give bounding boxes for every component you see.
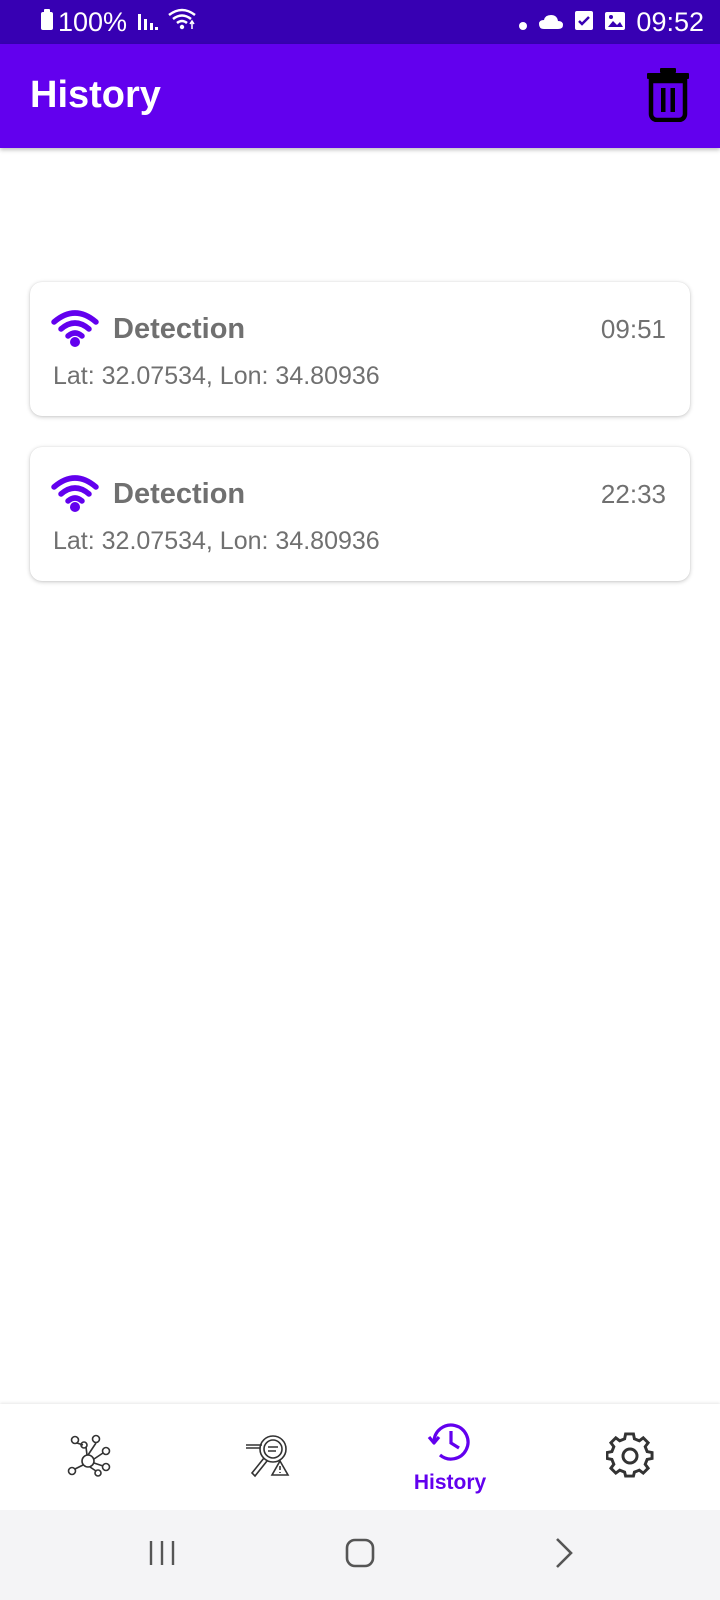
nav-item-history[interactable]: History bbox=[360, 1404, 540, 1510]
signal-icon bbox=[137, 7, 159, 38]
settings-icon bbox=[605, 1431, 654, 1484]
cloud-icon bbox=[538, 7, 564, 38]
back-icon bbox=[553, 1536, 575, 1575]
detection-time: 22:33 bbox=[600, 479, 666, 509]
detection-card[interactable]: Detection 22:33 Lat: 32.07534, Lon: 34.8… bbox=[30, 447, 690, 581]
home-button[interactable] bbox=[340, 1535, 380, 1575]
network-icon bbox=[66, 1431, 114, 1484]
nav-item-scan[interactable] bbox=[180, 1404, 360, 1510]
history-icon bbox=[426, 1420, 474, 1469]
detection-time: 09:51 bbox=[600, 314, 666, 344]
status-left: 100% bbox=[40, 7, 197, 37]
home-icon bbox=[344, 1537, 376, 1574]
back-button[interactable] bbox=[544, 1535, 584, 1575]
nav-label-history: History bbox=[413, 1470, 487, 1494]
detection-card[interactable]: Detection 09:51 Lat: 32.07534, Lon: 34.8… bbox=[30, 282, 690, 416]
status-right: 09:52 bbox=[508, 7, 704, 37]
wifi-icon bbox=[50, 308, 100, 348]
page-title: History bbox=[30, 74, 161, 116]
checkbox-icon bbox=[574, 7, 594, 38]
detection-title: Detection bbox=[113, 478, 246, 510]
trash-icon bbox=[645, 66, 691, 127]
wifi-icon bbox=[50, 473, 100, 513]
dot-icon bbox=[518, 7, 528, 38]
system-navigation-bar bbox=[0, 1510, 720, 1600]
delete-history-button[interactable] bbox=[636, 64, 700, 128]
status-time: 09:52 bbox=[636, 6, 704, 37]
status-bar: 100% 09:52 bbox=[0, 0, 720, 44]
scan-alert-icon bbox=[244, 1431, 296, 1484]
app-bar: History bbox=[0, 44, 720, 148]
recents-button[interactable] bbox=[142, 1535, 182, 1575]
recents-icon bbox=[147, 1539, 177, 1572]
detection-coordinates: Lat: 32.07534, Lon: 34.80936 bbox=[53, 527, 380, 555]
wifi-icon bbox=[167, 7, 197, 38]
battery-text: 100% bbox=[58, 6, 128, 37]
detection-coordinates: Lat: 32.07534, Lon: 34.80936 bbox=[53, 362, 380, 390]
detection-title: Detection bbox=[113, 313, 246, 345]
nav-item-settings[interactable] bbox=[540, 1404, 720, 1510]
battery-icon bbox=[40, 7, 54, 38]
bottom-navigation: History bbox=[0, 1404, 720, 1510]
image-icon bbox=[604, 7, 626, 38]
nav-item-network[interactable] bbox=[0, 1404, 180, 1510]
